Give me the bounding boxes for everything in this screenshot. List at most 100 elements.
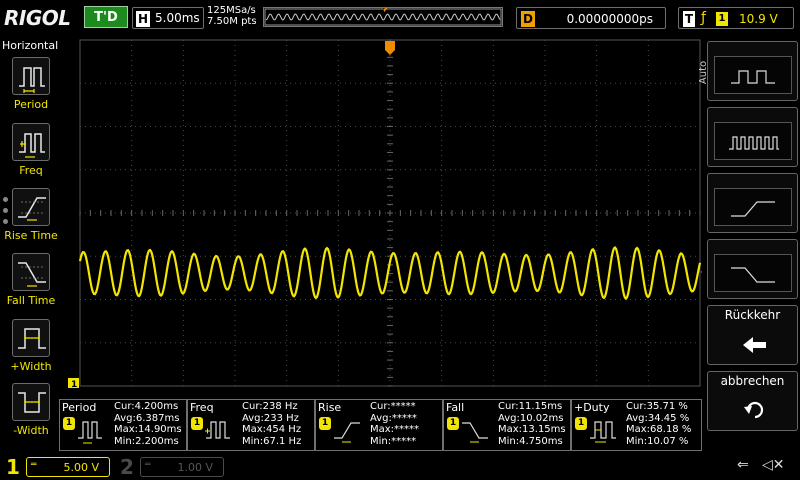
menu-item-fall-time[interactable]: Fall Time xyxy=(0,253,62,313)
memory-overview-bar[interactable]: T xyxy=(263,7,503,27)
memory-depth: 7.50M pts xyxy=(207,16,257,27)
right-softkey-menu: Auto Rückkehr abbrechen xyxy=(698,37,800,452)
measurement-source-badge: 1 xyxy=(575,417,587,430)
trigger-position-marker[interactable] xyxy=(385,41,395,55)
measurement-freq[interactable]: Freq 1 Cur:238 Hz Avg:233 Hz Max:454 Hz … xyxy=(187,399,315,451)
acquisition-info: 125MSa/s 7.50M pts xyxy=(207,5,257,27)
trigger-delay-value: 0.00000000ps xyxy=(566,12,653,26)
dc-coupling-icon: ═ xyxy=(31,460,37,470)
stat-cur: Cur:11.15ms xyxy=(498,401,563,412)
measurement-stats: Cur:238 Hz Avg:233 Hz Max:454 Hz Min:67.… xyxy=(242,401,301,447)
channel-2-scale: 1.00 V xyxy=(177,461,213,474)
menu-item-rise-time[interactable]: Rise Time xyxy=(0,188,62,248)
stat-min: Min:***** xyxy=(370,435,417,447)
top-status-bar: RIGOL T'D H 5.00ms 125MSa/s 7.50M pts T … xyxy=(0,0,800,37)
rise-time-icon xyxy=(12,188,50,226)
channel-1-scale: 5.00 V xyxy=(63,461,99,474)
measurement-name: Rise xyxy=(318,401,342,414)
back-button[interactable]: Rückkehr xyxy=(707,305,798,365)
stat-avg: Avg:34.45 % xyxy=(626,412,690,424)
dc-coupling-icon: ═ xyxy=(145,460,151,470)
stat-max: Max:14.90ms xyxy=(114,424,182,435)
fall-time-icon xyxy=(12,253,50,291)
measurement-stats: Cur:11.15ms Avg:10.02ms Max:13.15ms Min:… xyxy=(498,401,566,447)
measurement-name: Fall xyxy=(446,401,465,414)
rigol-logo: RIGOL xyxy=(4,6,71,30)
softkey-3[interactable] xyxy=(707,173,798,233)
measurement-rise[interactable]: Rise 1 Cur:***** Avg:***** Max:***** Min… xyxy=(315,399,443,451)
menu-item-label: +Width xyxy=(10,360,52,373)
falling-edge-icon xyxy=(714,254,792,292)
measurement-stats: Cur:4.200ms Avg:6.387ms Max:14.90ms Min:… xyxy=(114,401,182,447)
back-arrow-icon xyxy=(743,337,766,353)
measurement-fall[interactable]: Fall 1 Cur:11.15ms Avg:10.02ms Max:13.15… xyxy=(443,399,571,451)
stat-max: Max:13.15ms xyxy=(498,424,566,435)
stat-max: Max:68.18 % xyxy=(626,424,692,435)
channel-2-scale-box[interactable]: ═ 1.00 V xyxy=(140,457,224,477)
stat-max: Max:454 Hz xyxy=(242,424,302,435)
trigger-edge-icon: ƒ xyxy=(701,10,706,26)
stat-avg: Avg:6.387ms xyxy=(114,412,180,424)
ground-marker-label: 1 xyxy=(71,380,77,390)
measurement-period[interactable]: Period 1 Cur:4.200ms Avg:6.387ms Max:14.… xyxy=(59,399,187,451)
graticule: 1 xyxy=(68,39,702,390)
negative-width-icon xyxy=(12,383,50,421)
channel-1-number[interactable]: 1 xyxy=(6,455,20,479)
stat-cur: Cur:***** xyxy=(370,401,416,412)
menu-item-label: Rise Time xyxy=(4,229,58,242)
stat-max: Max:***** xyxy=(370,424,420,435)
stat-avg: Avg:***** xyxy=(370,412,417,424)
channel-1-scale-box[interactable]: ═ 5.00 V xyxy=(26,457,110,477)
rising-edge-icon xyxy=(714,188,792,226)
sample-rate: 125MSa/s xyxy=(207,5,256,16)
menu-item-label: Freq xyxy=(19,164,43,177)
horizontal-label: H xyxy=(136,11,150,27)
measurement-source-badge: 1 xyxy=(447,417,459,430)
measurement-name: +Duty xyxy=(574,401,610,414)
cancel-button[interactable]: abbrechen xyxy=(707,371,798,431)
measurement-name: Period xyxy=(62,401,97,414)
frequency-icon xyxy=(205,421,230,439)
waveform-display[interactable]: 1 xyxy=(62,37,702,399)
menu-title: Horizontal xyxy=(2,39,59,52)
measurement-source-badge: 1 xyxy=(319,417,331,430)
trigger-level-value: 10.9 V xyxy=(739,12,778,26)
menu-item-period[interactable]: Period xyxy=(0,57,62,117)
stat-avg: Avg:233 Hz xyxy=(242,412,299,424)
channel-bar: 1 ═ 5.00 V 2 ═ 1.00 V ⇐ ◁✕ xyxy=(0,452,800,480)
trigger-level-marker[interactable] xyxy=(701,267,702,277)
softkey-4[interactable] xyxy=(707,239,798,299)
delay-label: D xyxy=(521,11,535,27)
menu-item-freq[interactable]: Freq xyxy=(0,123,62,183)
horizontal-measure-menu: Horizontal Period Freq Rise Time Fall Ti… xyxy=(0,37,62,452)
measurement-positive-duty[interactable]: +Duty 1 Cur:35.71 % Avg:34.45 % Max:68.1… xyxy=(571,399,702,451)
menu-item-negative-width[interactable]: -Width xyxy=(0,383,62,443)
trigger-source-badge: 1 xyxy=(716,12,728,26)
measurement-stats: Cur:35.71 % Avg:34.45 % Max:68.18 % Min:… xyxy=(626,401,691,447)
channel-2-number[interactable]: 2 xyxy=(120,455,134,479)
menu-item-label: -Width xyxy=(13,424,49,437)
measurement-name: Freq xyxy=(190,401,214,414)
positive-duty-icon xyxy=(590,421,616,443)
menu-item-label: Fall Time xyxy=(6,294,56,307)
measurement-stats: Cur:***** Avg:***** Max:***** Min:***** xyxy=(370,401,419,447)
time-scale-value: 5.00ms xyxy=(155,11,200,25)
stat-min: Min:2.200ms xyxy=(114,435,179,447)
positive-width-icon xyxy=(12,319,50,357)
rise-time-icon xyxy=(334,422,360,443)
square-wave-slow-icon xyxy=(714,56,792,94)
softkey-2[interactable] xyxy=(707,107,798,167)
memory-overview-waveform: T xyxy=(264,8,502,26)
stat-cur: Cur:35.71 % xyxy=(626,401,688,412)
stat-cur: Cur:4.200ms xyxy=(114,401,179,412)
speaker-muted-icon: ◁✕ xyxy=(762,457,785,473)
menu-item-positive-width[interactable]: +Width xyxy=(0,319,62,379)
trigger-settings-box[interactable]: T ƒ 1 10.9 V xyxy=(678,7,794,29)
frequency-icon xyxy=(12,123,50,161)
period-icon xyxy=(12,57,50,95)
run-status-badge[interactable]: T'D xyxy=(84,6,128,28)
horizontal-scale-box[interactable]: H 5.00ms xyxy=(132,7,204,29)
undo-arrow-icon xyxy=(744,401,764,419)
softkey-1[interactable] xyxy=(707,41,798,101)
trigger-delay-box[interactable]: D 0.00000000ps xyxy=(516,7,666,29)
